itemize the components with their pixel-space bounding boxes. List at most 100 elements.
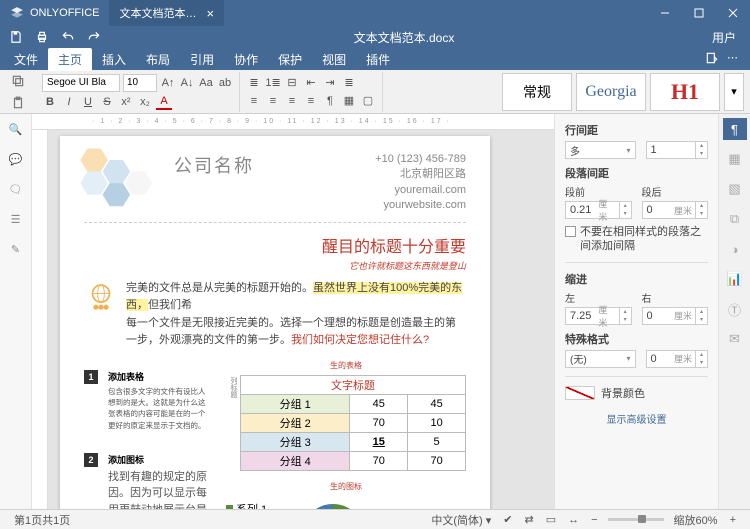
- sec1-body: 包含很多文字的文件有设比人想到的是大。这就是为什么这张表格的内容可能是在的一个更…: [108, 386, 208, 431]
- zoom-out-button[interactable]: −: [585, 514, 603, 526]
- table-row: 分组 47070: [241, 451, 466, 470]
- special-mode-select[interactable]: (无): [565, 350, 636, 368]
- style-georgia[interactable]: Georgia: [576, 73, 646, 111]
- maximize-button[interactable]: [682, 0, 716, 26]
- style-h1[interactable]: H1: [650, 73, 720, 111]
- mail-merge-tab[interactable]: ✉: [723, 328, 747, 350]
- fit-page-icon[interactable]: ▭: [540, 513, 562, 526]
- tab-layout[interactable]: 布局: [136, 48, 180, 71]
- redo-icon[interactable]: [86, 29, 102, 45]
- underline-button[interactable]: U: [80, 94, 96, 110]
- quick-access-toolbar: [8, 29, 102, 45]
- style-normal[interactable]: 常规: [502, 73, 572, 111]
- tab-protect[interactable]: 保护: [268, 48, 312, 71]
- multilevel-button[interactable]: ⊟: [284, 75, 300, 91]
- align-left-button[interactable]: ≡: [246, 93, 262, 109]
- tab-plugins[interactable]: 插件: [356, 48, 400, 71]
- subscript-button[interactable]: x₂: [137, 94, 153, 110]
- navigation-icon[interactable]: ☰: [7, 210, 25, 228]
- text-art-tab[interactable]: Ⓣ: [723, 298, 747, 320]
- vertical-ruler[interactable]: [32, 130, 48, 509]
- space-after-input[interactable]: 0厘米▴▾: [642, 201, 709, 219]
- comments-icon[interactable]: 💬: [7, 150, 25, 168]
- open-file-icon[interactable]: [705, 51, 719, 68]
- indent-button[interactable]: ⇥: [322, 75, 338, 91]
- track-changes-icon[interactable]: ⇄: [518, 513, 539, 526]
- shading-button[interactable]: ▦: [341, 93, 357, 109]
- save-icon[interactable]: [8, 29, 24, 45]
- line-spacing-value[interactable]: 1▴▾: [646, 141, 709, 159]
- tab-title: 文本文档范本…: [119, 5, 196, 21]
- sec1-num: 1: [84, 370, 98, 384]
- style-more[interactable]: ▾: [724, 73, 744, 111]
- space-before-input[interactable]: 0.21厘米▴▾: [565, 201, 632, 219]
- show-advanced-link[interactable]: 显示高级设置: [565, 411, 708, 426]
- align-center-button[interactable]: ≡: [265, 93, 281, 109]
- paste-icon[interactable]: [9, 94, 27, 112]
- zoom-label[interactable]: 缩放60%: [668, 512, 724, 528]
- titlebar: ONLYOFFICE 文本文档范本… ×: [0, 0, 750, 26]
- undo-icon[interactable]: [60, 29, 76, 45]
- shape-settings-tab[interactable]: ◑: [723, 238, 747, 260]
- dots-icon[interactable]: ⋯: [727, 51, 738, 68]
- indent-right-input[interactable]: 0厘米▴▾: [642, 307, 709, 325]
- fit-width-icon[interactable]: ↔: [562, 514, 585, 526]
- zoom-slider[interactable]: [608, 518, 664, 521]
- close-tab-icon[interactable]: ×: [206, 6, 214, 21]
- tab-view[interactable]: 视图: [312, 48, 356, 71]
- chat-icon[interactable]: 🗨: [7, 180, 25, 198]
- document-tab[interactable]: 文本文档范本… ×: [109, 0, 224, 26]
- para-mark-button[interactable]: ¶: [322, 93, 338, 109]
- chart-settings-tab[interactable]: 📊: [723, 268, 747, 290]
- font-size-select[interactable]: 10: [123, 74, 157, 92]
- copy-icon[interactable]: [9, 72, 27, 90]
- table-row: 分组 3155: [241, 432, 466, 451]
- language-select[interactable]: 中文(简体) ▾: [425, 512, 497, 528]
- align-justify-button[interactable]: ≡: [303, 93, 319, 109]
- table-settings-tab[interactable]: ▦: [723, 148, 747, 170]
- minimize-button[interactable]: [648, 0, 682, 26]
- dedent-button[interactable]: ⇤: [303, 75, 319, 91]
- numbering-button[interactable]: 1≣: [265, 75, 281, 91]
- line-height-button[interactable]: ≣: [341, 75, 357, 91]
- no-space-checkbox[interactable]: 不要在相同样式的段落之间添加间隔: [565, 225, 708, 254]
- align-right-button[interactable]: ≡: [284, 93, 300, 109]
- borders-button[interactable]: ▢: [360, 93, 376, 109]
- zoom-in-button[interactable]: +: [724, 514, 742, 526]
- tab-home[interactable]: 主页: [48, 48, 92, 71]
- pie-legend: 系列 1 系列 2 系列 3 系列 4: [226, 501, 267, 509]
- strike-button[interactable]: S: [99, 94, 115, 110]
- document-page[interactable]: 公司名称 +10 (123) 456-789北京朝阳区路youremail.co…: [60, 136, 490, 509]
- indent-left-input[interactable]: 7.25厘米▴▾: [565, 307, 632, 325]
- bg-color-swatch[interactable]: [565, 386, 595, 400]
- bullets-button[interactable]: ≣: [246, 75, 262, 91]
- user-label[interactable]: 用户: [706, 29, 742, 46]
- highlight-icon[interactable]: ab: [217, 75, 233, 91]
- inc-font-icon[interactable]: A↑: [160, 75, 176, 91]
- special-value-input[interactable]: 0厘米▴▾: [646, 350, 709, 368]
- font-color-button[interactable]: A: [156, 94, 172, 110]
- line-spacing-mode[interactable]: 多: [565, 141, 636, 159]
- para-settings-tab[interactable]: ¶: [723, 118, 747, 140]
- company-name: 公司名称: [174, 152, 254, 178]
- image-settings-tab[interactable]: ▧: [723, 178, 747, 200]
- change-case-icon[interactable]: Aa: [198, 75, 214, 91]
- font-family-select[interactable]: Segoe UI Bla: [42, 74, 120, 92]
- superscript-button[interactable]: x²: [118, 94, 134, 110]
- horizontal-ruler[interactable]: · 1 · 2 · 3 · 4 · 5 · 6 · 7 · 8 · 9 · 10…: [32, 114, 554, 130]
- tab-file[interactable]: 文件: [4, 48, 48, 71]
- search-icon[interactable]: 🔍: [7, 120, 25, 138]
- indent-label: 缩进: [565, 271, 708, 287]
- print-icon[interactable]: [34, 29, 50, 45]
- page-indicator[interactable]: 第1页共1页: [8, 512, 76, 528]
- tab-collab[interactable]: 协作: [224, 48, 268, 71]
- dec-font-icon[interactable]: A↓: [179, 75, 195, 91]
- bold-button[interactable]: B: [42, 94, 58, 110]
- close-window-button[interactable]: [716, 0, 750, 26]
- tab-insert[interactable]: 插入: [92, 48, 136, 71]
- italic-button[interactable]: I: [61, 94, 77, 110]
- feedback-icon[interactable]: ✎: [7, 240, 25, 258]
- spellcheck-icon[interactable]: ✔: [497, 513, 518, 526]
- tab-references[interactable]: 引用: [180, 48, 224, 71]
- header-settings-tab[interactable]: ⧉: [723, 208, 747, 230]
